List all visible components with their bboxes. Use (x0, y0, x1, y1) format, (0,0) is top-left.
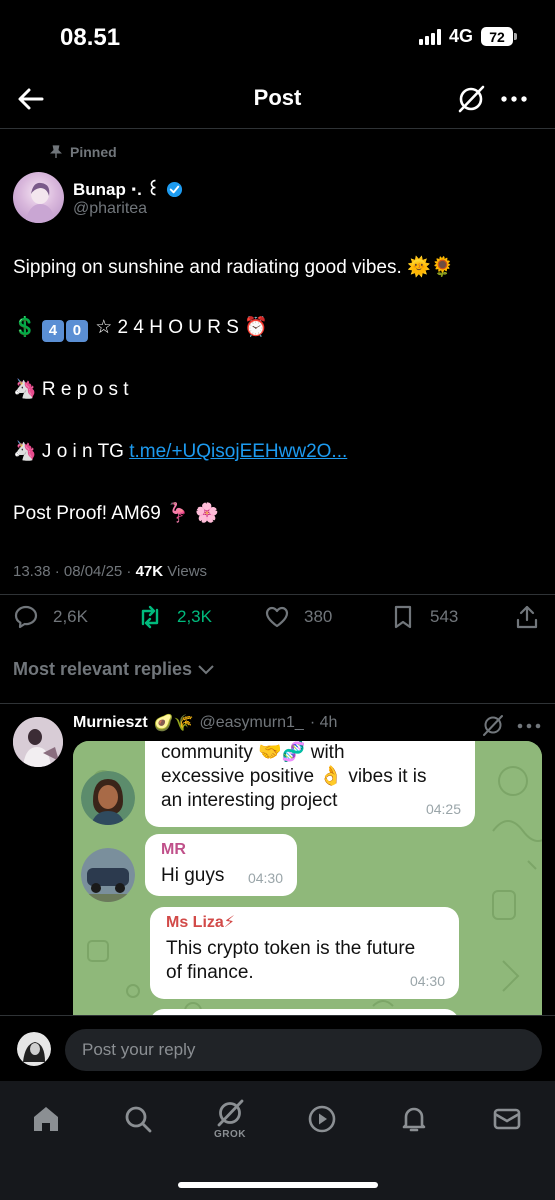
most-relevant-label: Most relevant replies (13, 659, 193, 679)
chat-bubble-3: Ms Liza⚡ This crypto token is the future… (150, 907, 459, 999)
reply-button[interactable]: 2,6K (13, 604, 88, 630)
status-bar: 08.51 4G 72 (0, 0, 555, 70)
more-icon (517, 723, 541, 729)
chat-bubble-3-text: This crypto token is the future of finan… (166, 938, 416, 983)
chat-avatar-1 (81, 771, 135, 825)
hours-text: ☆ 2 4 H O U R S ⏰ (95, 317, 268, 338)
tab-grok[interactable] (210, 1093, 250, 1133)
chat-bubble-2: MR Hi guys 04:30 (145, 834, 297, 896)
status-indicators: 4G 72 (418, 26, 517, 47)
avatar-image (17, 1032, 51, 1066)
more-icon (501, 96, 527, 102)
post-line-4: 🦄 J o i n TG t.me/+UQisojEEHww2O... (13, 439, 347, 463)
keycap-0: 0 (65, 320, 88, 342)
current-user-avatar[interactable] (17, 1032, 51, 1066)
grok-tab-label: GROK (214, 1129, 246, 1140)
signal-icon (418, 28, 441, 45)
reply-composer (0, 1015, 555, 1081)
grok-icon (483, 715, 503, 736)
reply-author-emojis: 🥑🌾 (153, 715, 194, 732)
post-line-3: 🦄 R e p o s t (13, 379, 129, 400)
author-avatar[interactable] (13, 172, 64, 223)
like-button[interactable]: 380 (264, 604, 332, 630)
chat-sender-mr: MR (161, 841, 186, 858)
reply-input[interactable] (65, 1029, 542, 1071)
tab-messages[interactable] (487, 1099, 527, 1139)
grok-icon (458, 85, 485, 113)
dollar-icon: 💲 (13, 317, 37, 338)
top-nav: Post (0, 70, 555, 128)
meta-divider (0, 594, 555, 595)
bookmark-count: 543 (430, 607, 459, 626)
reply-author-handle[interactable]: @easymurn1_ (200, 714, 304, 732)
share-button[interactable] (514, 604, 540, 630)
chat-sender-liza: Ms Liza⚡ (166, 914, 236, 931)
replies-divider (0, 703, 555, 704)
chat-bubble-1-text: community 🤝🧬 with excessive positive 👌 v… (161, 742, 427, 811)
join-tg-text: 🦄 J o i n TG (13, 441, 124, 462)
battery-level: 72 (481, 27, 513, 46)
share-icon (516, 605, 538, 629)
author-handle[interactable]: @pharitea (73, 200, 147, 218)
status-time: 08.51 (60, 24, 121, 51)
grok-icon (217, 1099, 244, 1127)
verified-badge-icon (166, 181, 182, 197)
reply-icon (14, 605, 38, 629)
tab-home[interactable] (26, 1099, 66, 1139)
post-line-2: 💲 40 ☆ 2 4 H O U R S ⏰ (13, 315, 268, 342)
chat-bubble-1-time: 04:25 (425, 801, 461, 817)
avatar-image (13, 717, 63, 767)
views-count[interactable]: 47K (136, 563, 164, 580)
mail-icon (493, 1108, 521, 1130)
post-line-1: Sipping on sunshine and radiating good v… (13, 257, 455, 278)
nav-divider (0, 128, 555, 129)
search-icon (125, 1106, 152, 1133)
post-timestamp: 13.38 · 08/04/25 · (13, 563, 136, 580)
network-type: 4G (448, 26, 473, 46)
reply-more-button[interactable] (515, 716, 543, 736)
reply-time: · 4h (309, 714, 338, 731)
telegram-link[interactable]: t.me/+UQisojEEHww2O... (129, 441, 347, 462)
most-relevant-replies-dropdown[interactable]: Most relevant replies (13, 659, 214, 680)
chat-bubble-1: community 🤝🧬 with excessive positive 👌 v… (145, 741, 475, 827)
reply-media-image[interactable]: community 🤝🧬 with excessive positive 👌 v… (73, 741, 542, 1021)
avatar-image (25, 182, 55, 223)
play-icon (308, 1105, 336, 1133)
author-name[interactable]: Bunap ⋅. ꒰ (73, 178, 183, 200)
reply-grok-button[interactable] (482, 713, 504, 737)
chat-bubble-2-time: 04:30 (247, 870, 283, 886)
chat-avatar-2 (81, 848, 135, 902)
more-options-button[interactable] (498, 84, 530, 114)
bookmark-icon (394, 605, 412, 629)
home-icon (34, 1107, 58, 1131)
home-indicator (178, 1182, 378, 1188)
heart-icon (265, 606, 289, 628)
pinned-indicator: Pinned (50, 144, 117, 160)
battery-icon: 72 (481, 27, 517, 46)
pin-icon (50, 145, 62, 158)
author-name-text: Bunap ⋅. ꒰ (73, 180, 160, 199)
tab-search[interactable] (118, 1099, 158, 1139)
views-label: Views (167, 563, 208, 580)
grok-button[interactable] (456, 84, 486, 114)
post-meta: 13.38 · 08/04/25 · 47K Views (13, 563, 207, 580)
repost-button[interactable]: 2,3K (137, 604, 212, 630)
reply-author-name[interactable]: Murnieszt (73, 714, 148, 732)
pinned-label: Pinned (70, 144, 117, 160)
bookmark-button[interactable]: 543 (390, 604, 458, 630)
tab-video[interactable] (302, 1099, 342, 1139)
tab-notifications[interactable] (394, 1099, 434, 1139)
reply-count: 2,6K (53, 607, 88, 626)
like-count: 380 (304, 607, 333, 626)
chat-bubble-3-time: 04:30 (409, 973, 445, 989)
repost-count: 2,3K (177, 607, 212, 626)
bell-icon (402, 1107, 426, 1132)
repost-icon (141, 605, 159, 629)
post-line-5: Post Proof! AM69 🦩 🌸 (13, 503, 219, 524)
post-actions: 2,6K 2,3K 380 543 (0, 600, 555, 636)
keycap-4: 4 (41, 320, 64, 342)
reply-author-avatar[interactable] (13, 717, 63, 767)
reply-header: Murnieszt 🥑🌾 @easymurn1_ · 4h (73, 713, 337, 733)
chevron-down-icon (198, 664, 214, 674)
